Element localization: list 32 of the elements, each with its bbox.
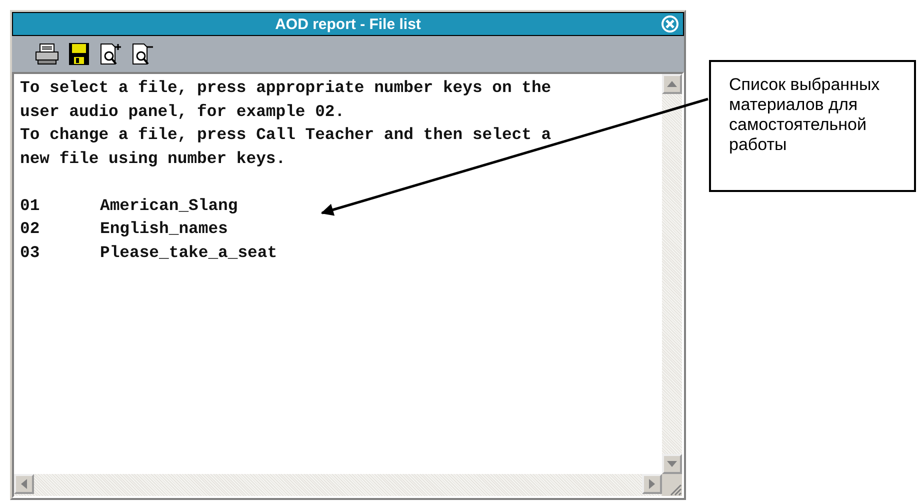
zoom-out-button[interactable] [130, 41, 156, 67]
right-triangle-icon [648, 479, 656, 489]
scroll-down-button[interactable] [662, 454, 682, 474]
close-icon [661, 15, 679, 33]
zoom-in-button[interactable] [98, 41, 124, 67]
file-name: American_Slang [100, 194, 238, 216]
close-button[interactable] [661, 15, 679, 33]
printer-icon [34, 42, 60, 66]
resize-grip-icon[interactable] [668, 482, 682, 496]
up-triangle-icon [667, 80, 677, 88]
scroll-right-button[interactable] [642, 474, 662, 494]
vertical-scrollbar[interactable] [662, 74, 682, 474]
file-name: Please_take_a_seat [100, 242, 278, 264]
file-name: English_names [100, 218, 228, 240]
callout-text: Список выбранных материалов для самостоятельной работы [729, 75, 881, 155]
save-button[interactable] [66, 41, 92, 67]
window-title: AOD report - File list [275, 16, 421, 32]
instruction-text: To select a file, press appropriate number keys on the [20, 77, 552, 99]
instruction-text: user audio panel, for example 02. [20, 100, 346, 122]
zoom-in-icon [99, 42, 123, 66]
instruction-text: new file using number keys. [20, 148, 287, 170]
left-triangle-icon [20, 479, 28, 489]
scroll-left-button[interactable] [14, 474, 34, 494]
file-number: 03 [20, 242, 41, 264]
file-number: 01 [20, 194, 41, 216]
zoom-out-icon [131, 42, 155, 66]
down-triangle-icon [667, 460, 677, 468]
file-number: 02 [20, 218, 41, 240]
instruction-text: To change a file, press Call Teacher and then select a [20, 124, 552, 146]
print-button[interactable] [34, 41, 60, 67]
scroll-up-button[interactable] [662, 74, 682, 94]
horizontal-scrollbar[interactable] [14, 474, 662, 496]
